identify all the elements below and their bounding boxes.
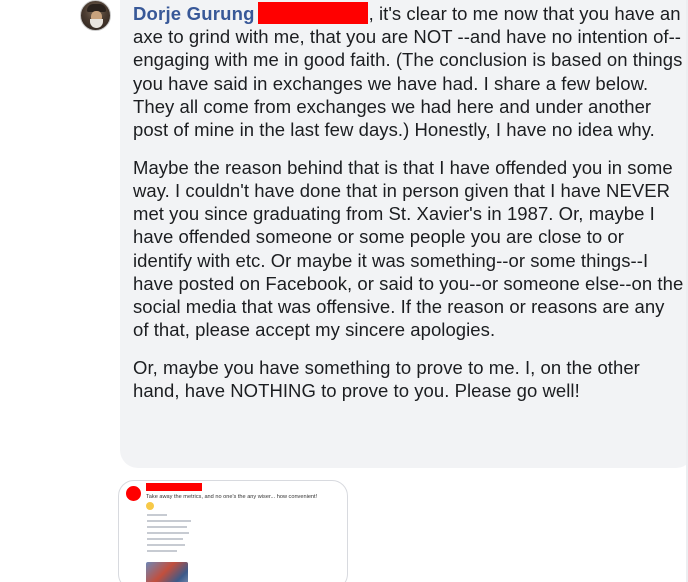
comment-paragraph-2: Maybe the reason behind that is that I h… (133, 156, 684, 341)
doc-line (147, 526, 187, 528)
redacted-name-block (257, 2, 368, 24)
smiley-icon (146, 502, 154, 510)
comment-author-link[interactable]: Dorje Gurung (133, 3, 255, 24)
doc-line (147, 550, 177, 552)
attachment-document-preview (139, 510, 325, 582)
commenter-avatar[interactable] (80, 0, 111, 31)
comment-paragraph-1: Dorje Gurung, it's clear to me now that … (133, 2, 684, 141)
doc-line (147, 514, 167, 516)
comment-body: Dorje Gurung, it's clear to me now that … (133, 2, 684, 402)
attachment-caption: Take away the metrics, and no one's the … (146, 494, 318, 500)
comment-paragraph-3: Or, maybe you have something to prove to… (133, 356, 640, 402)
attachment-redacted-avatar (126, 486, 141, 501)
doc-line (147, 520, 191, 522)
comment-bubble: Dorje Gurung, it's clear to me now that … (120, 0, 688, 468)
doc-line (147, 538, 183, 540)
attached-screenshot[interactable]: Take away the metrics, and no one's the … (118, 480, 348, 582)
attachment-photo-thumbnail (146, 562, 188, 582)
doc-line (147, 544, 185, 546)
avatar-beard-shape (90, 19, 103, 28)
attachment-redacted-name (146, 483, 202, 491)
comment-thread: Dorje Gurung, it's clear to me now that … (0, 0, 688, 582)
doc-line (147, 532, 189, 534)
